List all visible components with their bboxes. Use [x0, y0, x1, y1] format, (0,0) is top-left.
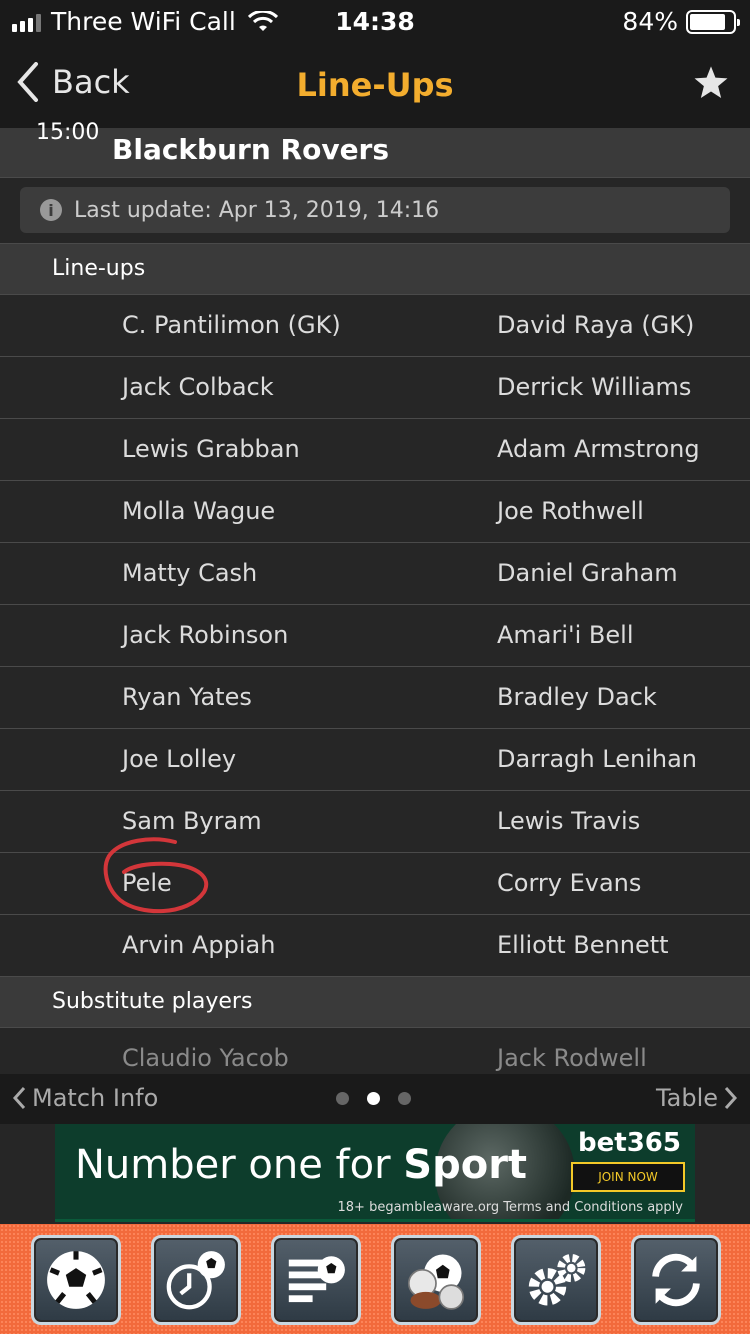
- ad-banner[interactable]: Number one for Sport bet365 JOIN NOW 18+…: [55, 1124, 695, 1222]
- last-update-banner: i Last update: Apr 13, 2019, 14:16: [20, 187, 730, 233]
- ad-brand-logo: bet365: [578, 1128, 681, 1158]
- away-player: Adam Armstrong: [497, 435, 700, 463]
- home-player: Arvin Appiah: [122, 931, 276, 959]
- list-item: Matty Cash Daniel Graham: [0, 543, 750, 605]
- list-item: Jack Colback Derrick Williams: [0, 357, 750, 419]
- list-item: Pele Corry Evans: [0, 853, 750, 915]
- away-player: Corry Evans: [497, 869, 642, 897]
- next-page-button[interactable]: Table: [656, 1084, 738, 1112]
- list-item: Arvin Appiah Elliott Bennett: [0, 915, 750, 977]
- home-player: Jack Colback: [122, 373, 274, 401]
- previous-page-button[interactable]: Match Info: [12, 1084, 158, 1112]
- ad-container: Number one for Sport bet365 JOIN NOW 18+…: [0, 1124, 750, 1224]
- chevron-right-icon: [724, 1086, 738, 1110]
- page-dot[interactable]: [398, 1092, 411, 1105]
- kickoff-time: 15:00: [36, 120, 100, 145]
- substitutes-header-label: Substitute players: [52, 989, 253, 1014]
- team-header: 15:00 Blackburn Rovers: [0, 120, 750, 178]
- football-icon: [47, 1251, 105, 1309]
- home-player: Lewis Grabban: [122, 435, 300, 463]
- previous-page-label: Match Info: [32, 1084, 159, 1112]
- tab-sports[interactable]: [391, 1235, 481, 1325]
- away-player: Lewis Travis: [497, 807, 641, 835]
- last-update-text: Last update: Apr 13, 2019, 14:16: [74, 197, 440, 223]
- list-item: Jack Robinson Amari'i Bell: [0, 605, 750, 667]
- ad-headline-prefix: Number one for: [75, 1142, 404, 1188]
- battery-percent: 84%: [622, 7, 678, 36]
- home-player: Matty Cash: [122, 559, 258, 587]
- ad-headline: Number one for Sport: [75, 1142, 527, 1188]
- away-player: David Raya (GK): [497, 311, 695, 339]
- away-player: Amari'i Bell: [497, 621, 634, 649]
- home-player: Ryan Yates: [122, 683, 252, 711]
- away-player: Joe Rothwell: [497, 497, 644, 525]
- lineups-section-header: Line-ups: [0, 243, 750, 295]
- tab-refresh[interactable]: [631, 1235, 721, 1325]
- list-item: Claudio Yacob Jack Rodwell: [0, 1027, 750, 1077]
- page-dot[interactable]: [336, 1092, 349, 1105]
- home-substitute: Claudio Yacob: [122, 1044, 289, 1072]
- info-icon: i: [40, 199, 62, 221]
- home-player: Molla Wague: [122, 497, 276, 525]
- status-bar: Three WiFi Call 14:38 84%: [0, 0, 750, 42]
- star-icon[interactable]: [692, 64, 730, 102]
- tab-settings[interactable]: [511, 1235, 601, 1325]
- list-item: Lewis Grabban Adam Armstrong: [0, 419, 750, 481]
- page-dot-active[interactable]: [367, 1092, 380, 1105]
- ad-headline-bold: Sport: [403, 1142, 528, 1188]
- tab-tables[interactable]: [271, 1235, 361, 1325]
- home-player: Pele: [122, 869, 172, 897]
- home-player: C. Pantilimon (GK): [122, 311, 341, 339]
- away-player: Bradley Dack: [497, 683, 657, 711]
- lineups-header-label: Line-ups: [52, 256, 146, 281]
- list-item: Molla Wague Joe Rothwell: [0, 481, 750, 543]
- away-player: Daniel Graham: [497, 559, 678, 587]
- sports-balls-icon: [407, 1254, 465, 1310]
- page-indicator: [336, 1092, 411, 1105]
- ad-fine-print: 18+ begambleaware.org Terms and Conditio…: [337, 1200, 684, 1215]
- away-substitute: Jack Rodwell: [497, 1044, 647, 1072]
- home-player: Sam Byram: [122, 807, 262, 835]
- chevron-left-icon: [12, 1086, 26, 1110]
- app: { "status_bar": { "carrier": "Three WiFi…: [0, 0, 750, 1334]
- substitutes-section-header: Substitute players: [0, 976, 750, 1028]
- page-title: Line-Ups: [296, 66, 454, 104]
- page-navigation-bar: Match Info Table: [0, 1074, 750, 1124]
- battery-fill: [690, 13, 726, 30]
- list-item: Joe Lolley Darragh Lenihan: [0, 729, 750, 791]
- refresh-icon: [652, 1253, 700, 1307]
- away-player: Elliott Bennett: [497, 931, 669, 959]
- list-item: Sam Byram Lewis Travis: [0, 791, 750, 853]
- team-name: Blackburn Rovers: [112, 133, 390, 166]
- ad-join-button[interactable]: JOIN NOW: [571, 1162, 685, 1192]
- status-right: 84%: [622, 7, 740, 36]
- next-page-label: Table: [655, 1084, 718, 1112]
- league-table-icon: [288, 1256, 345, 1303]
- away-player: Darragh Lenihan: [497, 745, 698, 773]
- fixtures-clock-icon: [166, 1251, 225, 1310]
- navigation-bar: Back Line-Ups: [0, 42, 750, 128]
- tab-football[interactable]: [31, 1235, 121, 1325]
- lineups-list: C. Pantilimon (GK) David Raya (GK) Jack Co…: [0, 295, 750, 977]
- settings-gears-icon: [528, 1254, 586, 1306]
- list-item: C. Pantilimon (GK) David Raya (GK): [0, 295, 750, 357]
- home-player: Joe Lolley: [122, 745, 237, 773]
- battery-icon: [686, 9, 740, 34]
- list-item: Ryan Yates Bradley Dack: [0, 667, 750, 729]
- bottom-tab-bar: [0, 1224, 750, 1334]
- home-player: Jack Robinson: [122, 621, 289, 649]
- away-player: Derrick Williams: [497, 373, 692, 401]
- tab-fixtures[interactable]: [151, 1235, 241, 1325]
